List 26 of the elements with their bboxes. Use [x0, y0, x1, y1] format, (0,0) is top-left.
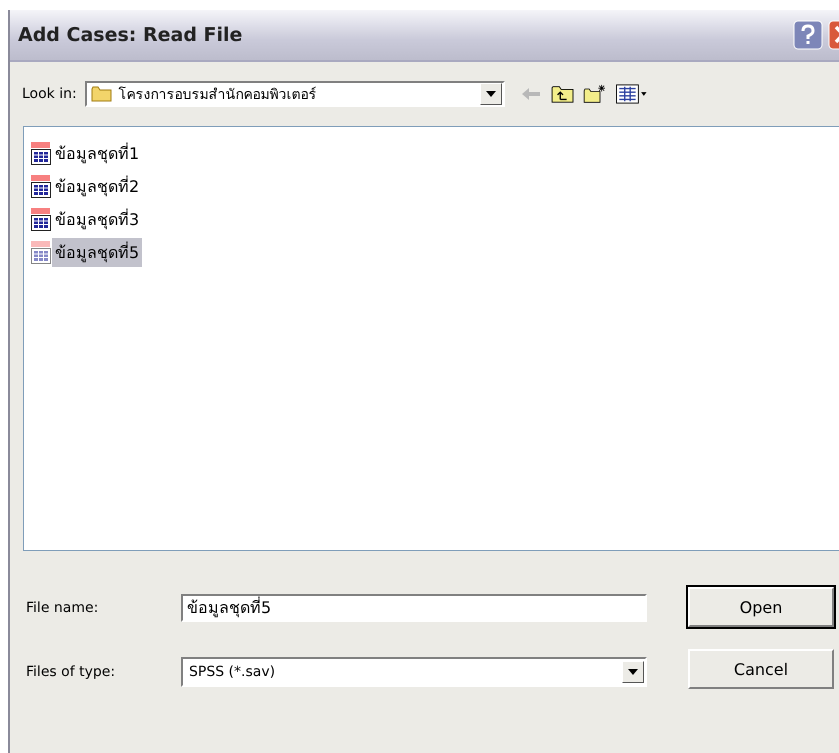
data-file-icon — [30, 174, 52, 198]
new-folder-icon[interactable] — [582, 84, 607, 104]
file-name: ข้อมูลชุดที่1 — [54, 142, 140, 166]
look-in-label: Look in: — [22, 86, 77, 102]
file-item[interactable]: ข้อมูลชุดที่3 — [30, 203, 839, 236]
up-folder-icon[interactable] — [550, 84, 575, 104]
window-title: Add Cases: Read File — [18, 24, 244, 46]
cancel-button[interactable]: Cancel — [688, 649, 834, 689]
file-name: ข้อมูลชุดที่3 — [54, 208, 140, 232]
folder-icon — [90, 85, 113, 103]
data-file-icon — [30, 240, 52, 264]
view-menu-icon[interactable] — [614, 84, 649, 104]
file-item[interactable]: ข้อมูลชุดที่5 — [30, 236, 839, 269]
open-button[interactable]: Open — [688, 587, 834, 627]
help-icon[interactable] — [793, 20, 823, 50]
file-name-field[interactable]: ข้อมูลชุดที่5 — [181, 594, 647, 622]
data-file-icon — [30, 142, 52, 166]
file-type-dropdown[interactable]: SPSS (*.sav) — [181, 656, 647, 686]
file-name: ข้อมูลชุดที่2 — [54, 174, 140, 198]
file-item[interactable]: ข้อมูลชุดที่2 — [30, 170, 839, 203]
file-name-label: File name: — [26, 600, 100, 616]
data-file-icon — [30, 208, 52, 232]
file-type-label: Files of type: — [26, 664, 116, 680]
file-name: ข้อมูลชุดที่5 — [52, 238, 142, 267]
look-in-dropdown[interactable]: โครงการอบรมสำนักคอมพิวเตอร์ — [84, 81, 505, 107]
file-item[interactable]: ข้อมูลชุดที่1 — [30, 137, 839, 170]
